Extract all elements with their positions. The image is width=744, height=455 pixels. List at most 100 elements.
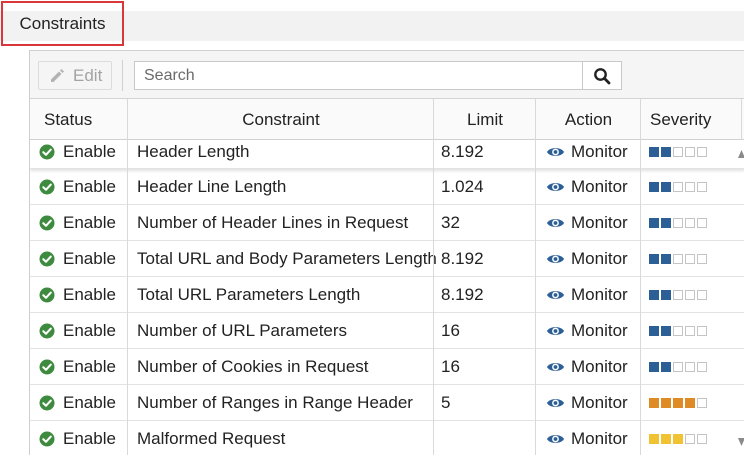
column-header-action[interactable]: Action — [536, 99, 641, 140]
severity-cell — [649, 313, 707, 349]
status-cell: Enable — [39, 205, 116, 241]
severity-meter — [649, 218, 707, 228]
severity-block — [649, 147, 659, 157]
section-title[interactable]: Constraints — [1, 1, 124, 46]
status-label: Enable — [63, 393, 116, 412]
status-cell: Enable — [39, 421, 116, 455]
action-label: Monitor — [571, 249, 628, 268]
eye-icon — [546, 291, 565, 299]
severity-cell — [649, 241, 707, 277]
search-button[interactable] — [582, 61, 622, 90]
eye-icon — [546, 219, 565, 227]
severity-cell — [649, 421, 707, 455]
action-cell: Monitor — [546, 140, 628, 164]
table-row[interactable]: Enable Total URL Parameters Length 8.192 Mo… — [30, 277, 744, 313]
column-divider — [433, 99, 434, 455]
limit-cell: 8.192 — [441, 249, 484, 268]
table-row[interactable]: Enable Malformed Request Monitor — [30, 421, 744, 455]
severity-block — [649, 362, 659, 372]
column-header-status[interactable]: Status — [44, 99, 92, 140]
severity-block — [649, 398, 659, 408]
table-row[interactable]: Enable Header Line Length 1.024 Monitor — [30, 169, 744, 205]
severity-block — [685, 147, 695, 157]
table-body: Enable Header Length 8.192 Monitor Enable Hea… — [30, 140, 744, 455]
constraint-cell: Number of URL Parameters — [137, 321, 348, 340]
table-row[interactable]: Enable Number of Cookies in Request 16 Moni… — [30, 349, 744, 385]
severity-block — [649, 434, 659, 444]
check-circle-icon — [39, 287, 55, 303]
scroll-up-arrow-icon[interactable] — [738, 150, 744, 158]
severity-block — [685, 434, 695, 444]
severity-meter — [649, 147, 707, 157]
check-circle-icon — [39, 395, 55, 411]
severity-cell — [649, 385, 707, 421]
status-label: Enable — [63, 429, 116, 448]
table-row[interactable]: Enable Number of Header Lines in Request 3… — [30, 205, 744, 241]
eye-icon — [546, 363, 565, 371]
eye-icon — [546, 435, 565, 443]
column-header-constraint[interactable]: Constraint — [128, 99, 434, 140]
limit-cell: 8.192 — [441, 285, 484, 304]
severity-meter — [649, 398, 707, 408]
severity-block — [649, 254, 659, 264]
column-header-severity[interactable]: Severity — [650, 99, 711, 140]
severity-cell — [649, 205, 707, 241]
edit-button[interactable]: Edit — [38, 61, 112, 90]
table-row[interactable]: Enable Number of Ranges in Range Header 5 M… — [30, 385, 744, 421]
check-circle-icon — [39, 359, 55, 375]
severity-block — [661, 218, 671, 228]
column-divider — [640, 99, 641, 455]
severity-block — [697, 290, 707, 300]
severity-block — [697, 218, 707, 228]
constraint-cell: Number of Cookies in Request — [137, 357, 369, 376]
constraint-cell: Number of Ranges in Range Header — [137, 393, 413, 412]
severity-cell — [649, 349, 707, 385]
severity-block — [673, 326, 683, 336]
severity-meter — [649, 326, 707, 336]
column-divider — [127, 99, 128, 455]
eye-icon — [546, 327, 565, 335]
severity-block — [661, 326, 671, 336]
severity-meter — [649, 254, 707, 264]
severity-block — [685, 290, 695, 300]
scroll-down-arrow-icon[interactable] — [738, 438, 744, 446]
severity-block — [661, 290, 671, 300]
limit-cell: 32 — [441, 213, 460, 232]
table-row[interactable]: Enable Header Length 8.192 Monitor — [30, 140, 744, 169]
severity-block — [685, 218, 695, 228]
status-label: Enable — [63, 142, 116, 161]
severity-block — [697, 398, 707, 408]
table-row[interactable]: Enable Total URL and Body Parameters Leng… — [30, 241, 744, 277]
severity-block — [697, 362, 707, 372]
action-label: Monitor — [571, 142, 628, 161]
check-circle-icon — [39, 251, 55, 267]
status-label: Enable — [63, 249, 116, 268]
eye-icon — [546, 148, 565, 156]
severity-meter — [649, 290, 707, 300]
action-cell: Monitor — [546, 169, 628, 205]
table-row[interactable]: Enable Number of URL Parameters 16 Monitor — [30, 313, 744, 349]
severity-block — [661, 362, 671, 372]
status-cell: Enable — [39, 277, 116, 313]
severity-block — [673, 290, 683, 300]
status-label: Enable — [63, 213, 116, 232]
constraint-cell: Total URL and Body Parameters Length — [137, 249, 437, 268]
check-circle-icon — [39, 144, 55, 160]
severity-block — [697, 434, 707, 444]
severity-block — [661, 254, 671, 264]
severity-meter — [649, 182, 707, 192]
status-label: Enable — [63, 321, 116, 340]
severity-block — [649, 182, 659, 192]
constraint-cell: Malformed Request — [137, 429, 286, 448]
severity-block — [649, 290, 659, 300]
severity-block — [673, 398, 683, 408]
constraint-cell: Number of Header Lines in Request — [137, 213, 409, 232]
severity-cell — [649, 140, 707, 164]
column-header-limit[interactable]: Limit — [434, 99, 536, 140]
check-circle-icon — [39, 215, 55, 231]
search-input[interactable] — [134, 61, 583, 90]
status-label: Enable — [63, 177, 116, 196]
toolbar: Edit — [30, 51, 744, 99]
severity-block — [685, 398, 695, 408]
constraint-cell: Total URL Parameters Length — [137, 285, 361, 304]
